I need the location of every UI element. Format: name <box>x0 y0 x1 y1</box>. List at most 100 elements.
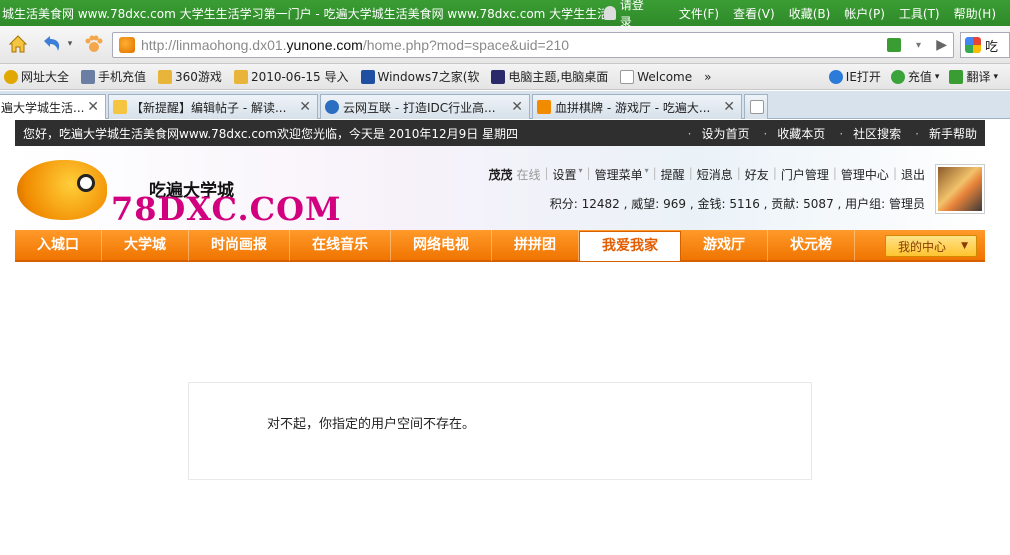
logo-english-text: 78DXC.COM <box>111 190 342 228</box>
new-tab-icon <box>750 100 764 114</box>
chevron-down-icon: ▼ <box>961 241 968 251</box>
user-info: 茂茂 在线 | 设置 ▾ | 管理菜单 ▾ | 提醒 | 短消息 | 好友 | 门户… <box>488 166 925 211</box>
security-shield-icon[interactable] <box>887 38 901 52</box>
close-icon[interactable]: ✕ <box>511 99 523 115</box>
favorites-overflow[interactable]: » <box>704 70 711 84</box>
top-links: 设为首页 收藏本页 社区搜索 新手帮助 <box>674 125 977 142</box>
menu-tools[interactable]: 工具(T) <box>899 5 940 22</box>
main-nav: 入城口 大学城 时尚画报 在线音乐 网络电视 拼拼团 我爱我家 游戏厅 状元榜 … <box>15 229 985 262</box>
address-bar: ▾ http://linmaohong.dx01.yunone.com/home… <box>0 26 1010 64</box>
ie-open-button[interactable]: IE打开 <box>828 68 881 85</box>
home-icon <box>8 35 28 53</box>
nav-leaderboard[interactable]: 状元榜 <box>768 229 855 261</box>
chat-icon <box>113 100 127 114</box>
settings-link[interactable]: 设置 <box>553 166 577 183</box>
menu-favorites[interactable]: 收藏(B) <box>789 5 831 22</box>
favorite-item[interactable]: 手机充值 <box>81 68 146 85</box>
paw-icon <box>85 35 103 52</box>
close-icon[interactable]: ✕ <box>299 99 311 115</box>
search-box[interactable]: 吃 <box>960 32 1010 58</box>
window-titlebar: 城生活美食网 www.78dxc.com 大学生生活学习第一门户 - 吃遍大学城… <box>0 0 1010 29</box>
site-logo[interactable]: 吃遍大学城 78DXC.COM <box>15 156 340 228</box>
theme-icon <box>491 69 506 84</box>
community-search-link[interactable]: 社区搜索 <box>839 125 901 142</box>
site-favicon <box>119 37 135 53</box>
page-icon <box>620 69 635 84</box>
recharge-icon <box>890 69 905 84</box>
online-status: 在线 <box>516 168 541 182</box>
nav-web-tv[interactable]: 网络电视 <box>391 229 492 261</box>
nav-fashion[interactable]: 时尚画报 <box>189 229 290 261</box>
nav-group-buy[interactable]: 拼拼团 <box>492 229 579 261</box>
folder-icon <box>158 69 173 84</box>
url-dropdown-icon[interactable]: ▾ <box>916 40 921 51</box>
nav-game-hall[interactable]: 游戏厅 <box>681 229 768 261</box>
ie-icon <box>828 69 843 84</box>
search-label: 吃 <box>985 39 999 55</box>
fish-logo-icon <box>17 160 107 220</box>
recharge-button[interactable]: 充值 ▾ <box>890 68 939 85</box>
my-center-dropdown[interactable]: 我的中心 ▼ <box>885 235 977 257</box>
back-dropdown[interactable]: ▾ <box>64 30 76 58</box>
page-icon <box>81 69 96 84</box>
menu-help[interactable]: 帮助(H) <box>954 5 996 22</box>
logout-link[interactable]: 退出 <box>901 166 925 183</box>
reminders-link[interactable]: 提醒 <box>661 166 685 183</box>
error-message: 对不起，你指定的用户空间不存在。 <box>267 417 476 432</box>
undo-arrow-icon <box>44 36 60 51</box>
favorites-bar: 网址大全 手机充值 360游戏 2010-06-15 导入 Windows7之家… <box>0 64 1010 90</box>
close-icon[interactable]: ✕ <box>723 99 735 115</box>
google-icon <box>965 37 981 53</box>
set-homepage-link[interactable]: 设为首页 <box>688 125 749 142</box>
portal-admin-link[interactable]: 门户管理 <box>781 166 829 183</box>
paw-button[interactable] <box>80 30 108 58</box>
my-center-label: 我的中心 <box>898 239 947 254</box>
favorite-item[interactable]: 360游戏 <box>158 68 222 85</box>
avatar[interactable] <box>935 164 985 214</box>
tab-yunone[interactable]: 云网互联 - 打造IDC行业高... ✕ <box>320 94 530 119</box>
menu-account[interactable]: 帐户(P) <box>844 5 885 22</box>
new-tab-button[interactable] <box>744 94 768 119</box>
tab-bar: 遍大学城生活... ✕ 【新提醒】编辑帖子 - 解读... ✕ 云网互联 - 打… <box>0 91 1010 119</box>
tab-78dxc[interactable]: 遍大学城生活... ✕ <box>0 94 106 119</box>
favorite-item[interactable]: 网址大全 <box>4 68 69 85</box>
translate-button[interactable]: 翻译 ▾ <box>949 68 998 85</box>
username[interactable]: 茂茂 <box>488 166 512 183</box>
nav-my-home[interactable]: 我爱我家 <box>579 231 681 261</box>
nav-online-music[interactable]: 在线音乐 <box>290 229 391 261</box>
url-text: http://linmaohong.dx01.yunone.com/home.p… <box>141 37 570 53</box>
favorite-item[interactable]: Windows7之家(软 <box>360 68 479 85</box>
nav-university-city[interactable]: 大学城 <box>102 229 189 261</box>
site-topbar: 您好，吃遍大学城生活美食网www.78dxc.com欢迎您光临，今天是 2010… <box>15 120 985 146</box>
home-button[interactable] <box>4 30 32 58</box>
friends-link[interactable]: 好友 <box>745 166 769 183</box>
add-favorite-icon <box>4 69 18 84</box>
admin-center-link[interactable]: 管理中心 <box>841 166 889 183</box>
messages-link[interactable]: 短消息 <box>697 166 733 183</box>
admin-menu-link[interactable]: 管理菜单 <box>595 166 643 183</box>
site-favicon <box>537 100 551 114</box>
favorite-item[interactable]: 电脑主题,电脑桌面 <box>491 68 608 85</box>
bookmark-link[interactable]: 收藏本页 <box>763 125 825 142</box>
user-stats: 积分: 12482 , 威望: 969 , 金钱: 5116 , 贡献: 508… <box>549 197 925 211</box>
ie-icon <box>325 100 339 114</box>
tab-new-reminder[interactable]: 【新提醒】编辑帖子 - 解读... ✕ <box>108 94 318 119</box>
url-input[interactable]: http://linmaohong.dx01.yunone.com/home.p… <box>112 32 954 58</box>
translate-icon <box>949 69 964 84</box>
menu-bar: 文件(F) 查看(V) 收藏(B) 帐户(P) 工具(T) 帮助(H) <box>679 5 1010 22</box>
tab-game-hall[interactable]: 血拼棋牌 - 游戏厅 - 吃遍大... ✕ <box>532 94 742 119</box>
menu-view[interactable]: 查看(V) <box>733 5 775 22</box>
window-title: 城生活美食网 www.78dxc.com 大学生生活学习第一门户 - 吃遍大学城… <box>2 6 605 21</box>
close-icon[interactable]: ✕ <box>87 99 99 115</box>
user-icon <box>604 6 616 20</box>
newbie-help-link[interactable]: 新手帮助 <box>915 125 977 142</box>
go-icon[interactable]: ▶ <box>936 37 947 53</box>
back-button[interactable] <box>38 30 66 58</box>
message-box: 对不起，你指定的用户空间不存在。 <box>188 382 812 480</box>
nav-entrance[interactable]: 入城口 <box>15 229 102 261</box>
menu-file[interactable]: 文件(F) <box>679 5 719 22</box>
favorite-item[interactable]: 2010-06-15 导入 <box>233 68 349 85</box>
favorite-item[interactable]: Welcome <box>620 69 692 84</box>
folder-icon <box>233 69 248 84</box>
welcome-text: 您好，吃遍大学城生活美食网www.78dxc.com欢迎您光临，今天是 2010… <box>23 126 519 141</box>
